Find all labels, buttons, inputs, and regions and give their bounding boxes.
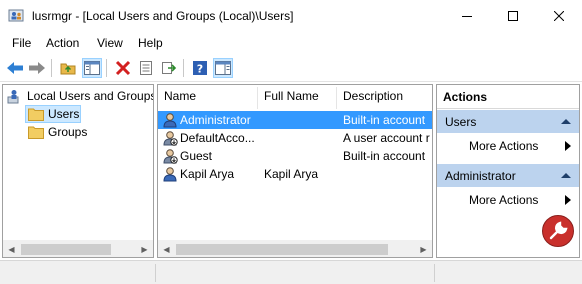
help-button[interactable]: ?	[190, 58, 210, 78]
maximize-icon	[508, 11, 518, 21]
actions-section-administrator-label: Administrator	[445, 169, 516, 183]
help-icon: ?	[193, 61, 207, 76]
delete-button[interactable]	[113, 58, 133, 78]
show-hide-tree-button[interactable]	[82, 58, 102, 78]
cell-name: Kapil Arya	[180, 167, 235, 181]
scroll-thumb[interactable]	[176, 244, 388, 255]
forward-button[interactable]	[27, 58, 47, 78]
actions-section-users[interactable]: Users	[437, 109, 579, 133]
cell-name: Guest	[180, 149, 213, 163]
export-icon	[162, 62, 177, 74]
close-icon	[554, 11, 564, 21]
console-tree: Local Users and Groups Users Groups ◀ ▶	[2, 84, 154, 258]
more-actions-label: More Actions	[469, 193, 539, 207]
table-row[interactable]: Kapil Arya Kapil Arya	[158, 165, 432, 183]
scroll-right-arrow-icon[interactable]: ▶	[415, 241, 432, 257]
properties-icon	[140, 61, 152, 75]
tree-item-groups[interactable]: Groups	[26, 123, 87, 141]
column-header-description[interactable]: Description	[343, 89, 403, 109]
export-button[interactable]	[159, 58, 179, 78]
users-console-icon	[8, 9, 24, 22]
folder-icon	[28, 108, 44, 121]
close-button[interactable]	[536, 0, 582, 32]
cell-description: A user account r	[343, 131, 430, 145]
minimize-icon	[462, 16, 472, 17]
up-folder-button[interactable]	[58, 58, 78, 78]
minimize-button[interactable]	[444, 0, 490, 32]
tree-item-groups-label: Groups	[48, 125, 88, 139]
show-hide-action-pane-icon	[215, 61, 231, 75]
back-button[interactable]	[5, 58, 25, 78]
window-title: lusrmgr - [Local Users and Groups (Local…	[32, 9, 294, 23]
toolbar: ?	[0, 54, 582, 82]
tree-root-local-users-and-groups[interactable]: Local Users and Groups	[7, 87, 154, 105]
table-row[interactable]: Administrator Built-in account	[158, 111, 432, 129]
more-actions-users[interactable]: More Actions	[437, 135, 579, 157]
delete-icon	[115, 60, 131, 76]
tree-item-users-label: Users	[48, 107, 80, 121]
local-users-groups-icon	[7, 90, 19, 104]
more-actions-label: More Actions	[469, 139, 539, 153]
submenu-arrow-icon	[565, 141, 571, 151]
menu-help[interactable]: Help	[138, 36, 163, 50]
column-header-name[interactable]: Name	[164, 89, 196, 109]
cell-name: Administrator	[180, 113, 251, 127]
table-row[interactable]: Guest Built-in account	[158, 147, 432, 165]
list-horizontal-scrollbar[interactable]: ◀ ▶	[158, 240, 432, 257]
cell-description: Built-in account	[343, 113, 426, 127]
scroll-left-arrow-icon[interactable]: ◀	[3, 241, 20, 257]
svg-text:?: ?	[197, 63, 203, 76]
cell-name: DefaultAcco...	[180, 131, 255, 145]
submenu-arrow-icon	[565, 195, 571, 205]
more-actions-administrator[interactable]: More Actions	[437, 189, 579, 211]
back-icon	[7, 62, 23, 74]
menu-bar: File Action View Help	[0, 32, 582, 54]
actions-section-users-label: Users	[445, 115, 477, 129]
user-list: Name Full Name Description Administrator…	[157, 84, 433, 258]
tree-root-label: Local Users and Groups	[27, 89, 154, 103]
column-header-full-name[interactable]: Full Name	[264, 89, 319, 109]
actions-section-administrator[interactable]: Administrator	[437, 163, 579, 187]
disabled-user-icon	[163, 131, 178, 146]
tree-horizontal-scrollbar[interactable]: ◀ ▶	[3, 240, 153, 257]
title-bar: lusrmgr - [Local Users and Groups (Local…	[0, 0, 582, 32]
scroll-right-arrow-icon[interactable]: ▶	[136, 241, 153, 257]
table-row[interactable]: DefaultAcco... A user account r	[158, 129, 432, 147]
properties-button[interactable]	[136, 58, 156, 78]
menu-view[interactable]: View	[97, 36, 123, 50]
show-hide-tree-icon	[84, 61, 100, 75]
folder-icon	[28, 126, 44, 139]
forward-icon	[29, 62, 45, 74]
actions-title: Actions	[437, 85, 579, 109]
maximize-button[interactable]	[490, 0, 536, 32]
disabled-user-icon	[163, 149, 178, 164]
scroll-left-arrow-icon[interactable]: ◀	[158, 241, 175, 257]
tree-item-users[interactable]: Users	[25, 105, 81, 123]
up-folder-icon	[60, 63, 76, 75]
show-hide-action-pane-button[interactable]	[213, 58, 233, 78]
collapse-up-icon	[561, 119, 571, 124]
status-bar	[0, 260, 582, 284]
user-icon	[163, 113, 177, 128]
wrench-logo-icon	[542, 215, 574, 247]
menu-action[interactable]: Action	[46, 36, 79, 50]
collapse-up-icon	[561, 173, 571, 178]
scroll-thumb[interactable]	[21, 244, 111, 255]
menu-file[interactable]: File	[12, 36, 31, 50]
user-icon	[163, 167, 177, 182]
cell-full-name: Kapil Arya	[264, 167, 319, 181]
cell-description: Built-in account	[343, 149, 426, 163]
